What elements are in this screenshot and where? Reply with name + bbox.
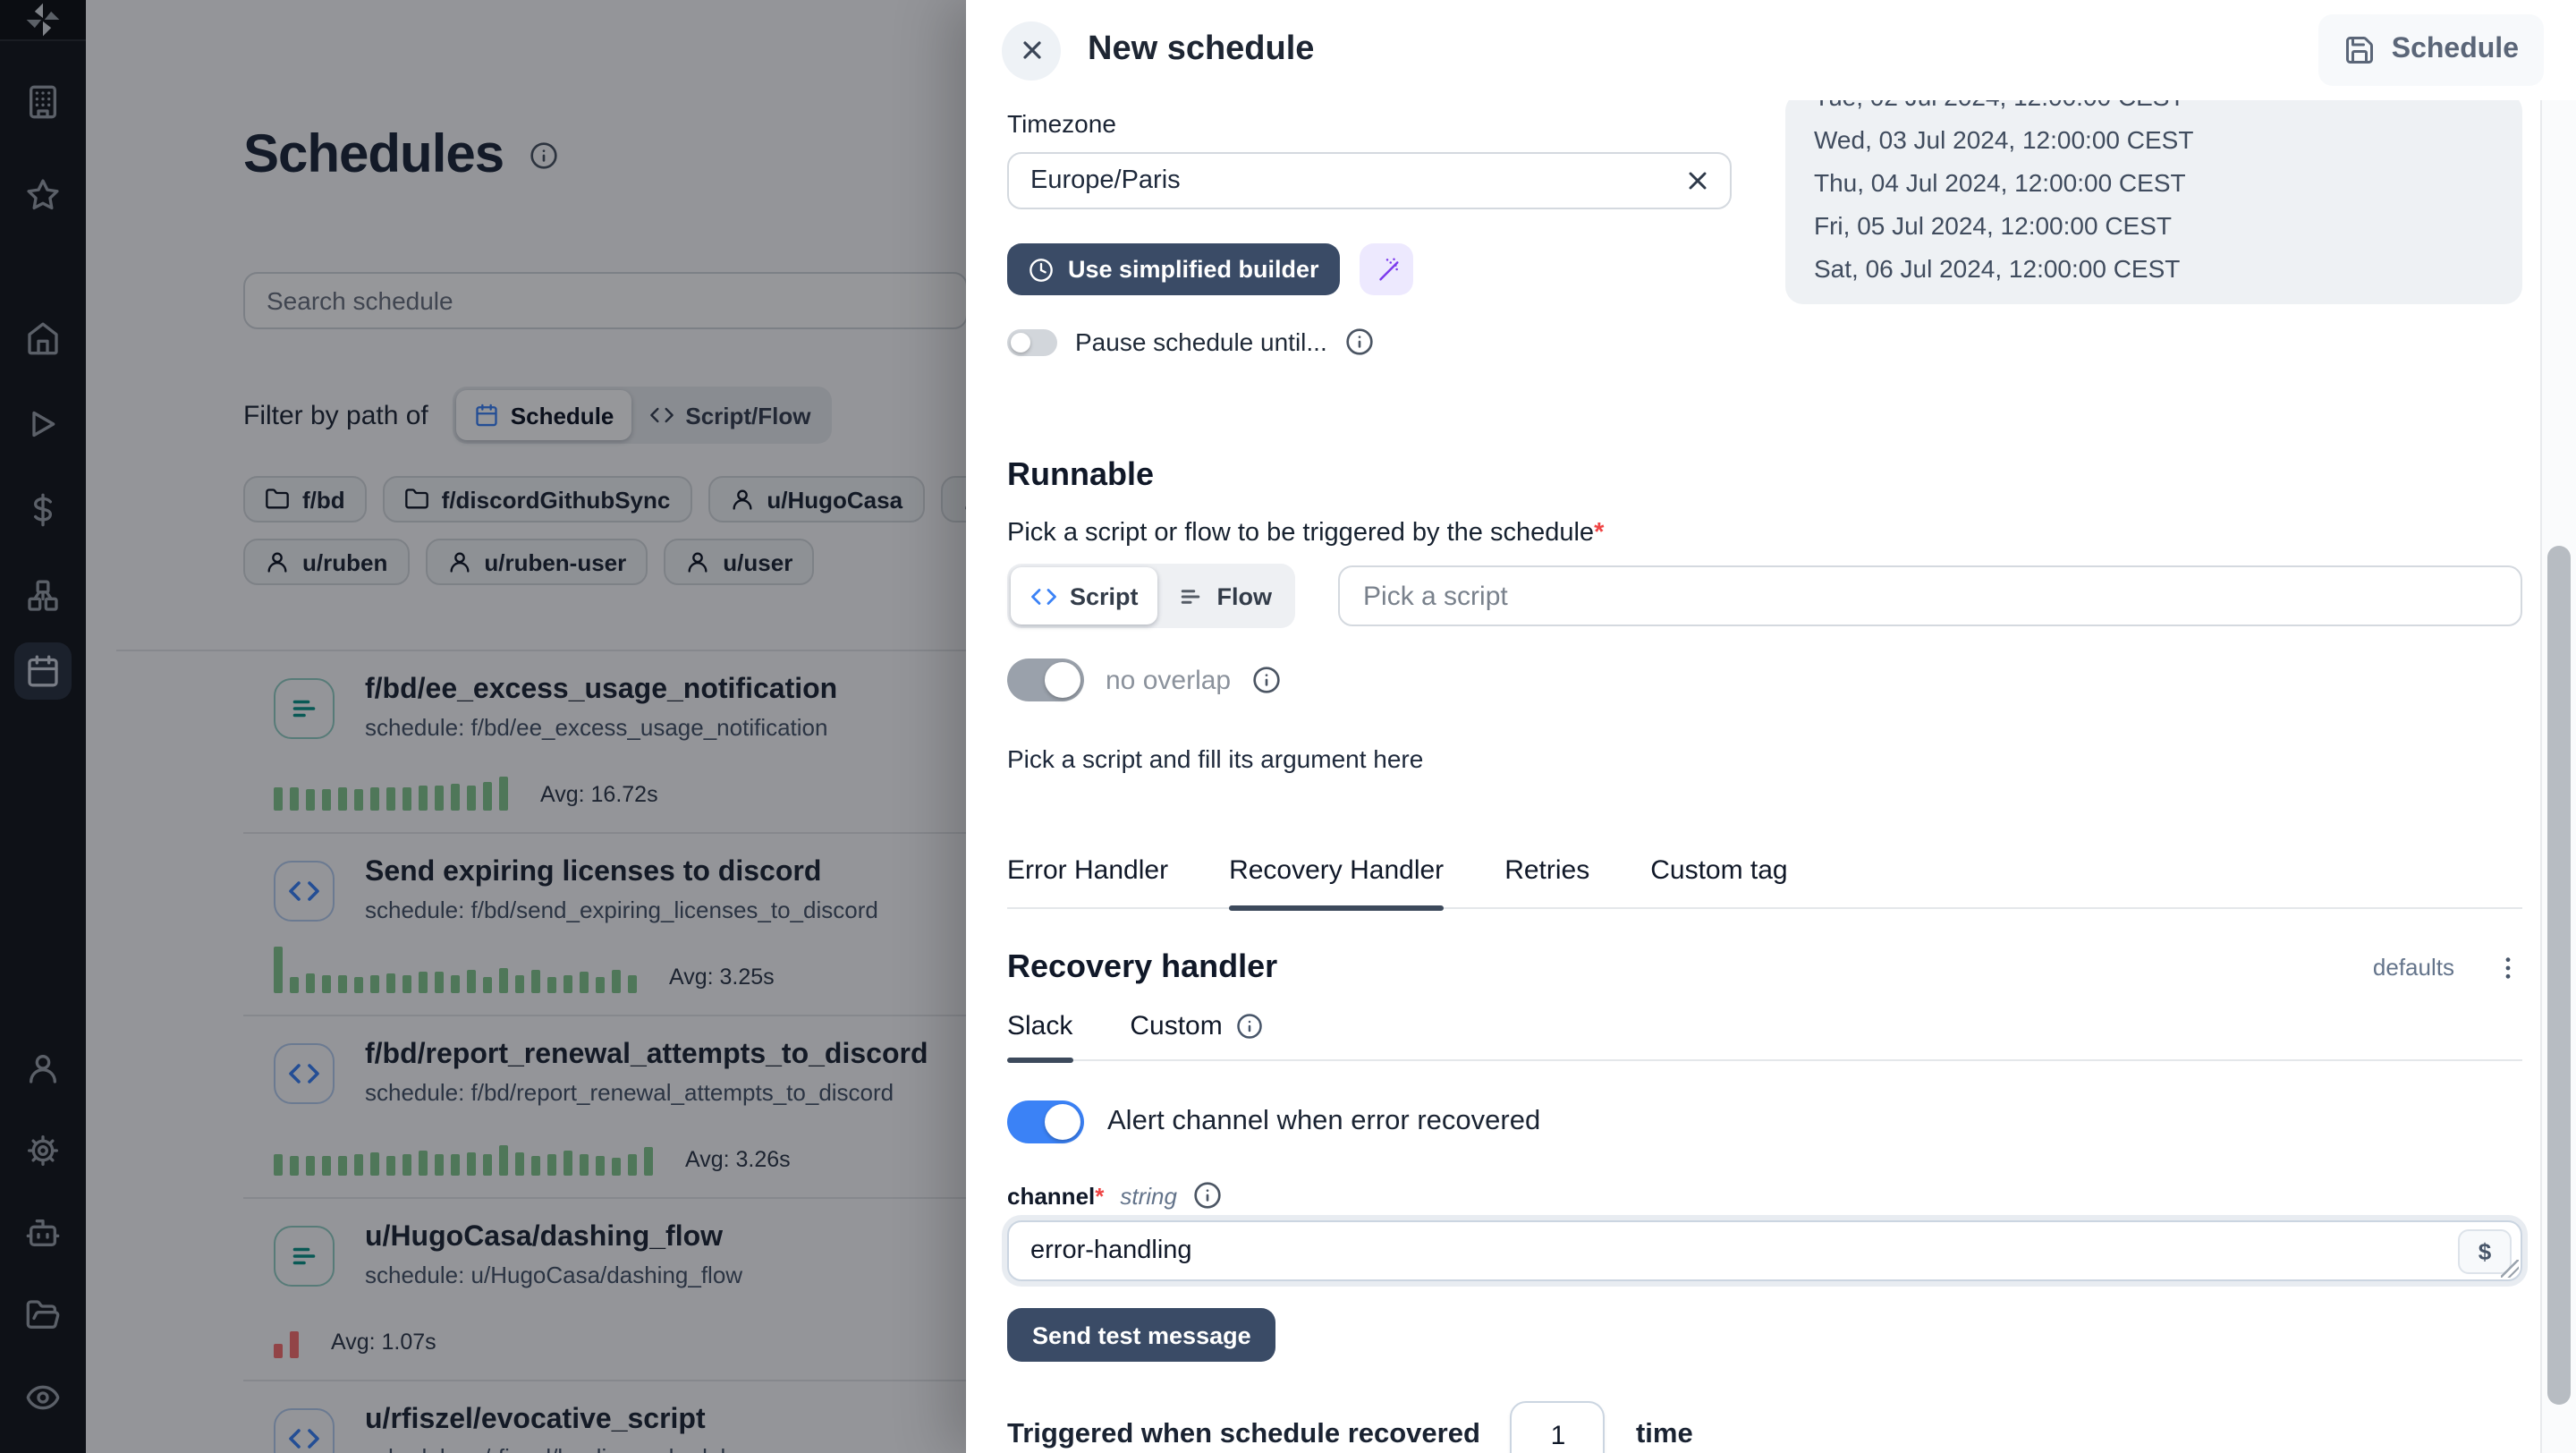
code-icon (1030, 582, 1057, 609)
ai-wand-button[interactable] (1360, 243, 1414, 295)
wand-sparkles-icon (1374, 256, 1401, 283)
preview-time: Thu, 04 Jul 2024, 12:00:00 CEST (1814, 161, 2494, 204)
close-button[interactable] (1002, 21, 1061, 80)
drawer-scrollbar[interactable] (2540, 100, 2576, 1453)
tab-recovery-handler[interactable]: Recovery Handler (1229, 855, 1444, 907)
timezone-label: Timezone (1007, 109, 1732, 138)
info-icon[interactable] (1193, 1181, 1222, 1210)
new-schedule-drawer: New schedule Schedule Timezone Europe/Pa… (966, 0, 2576, 1453)
tab-retries[interactable]: Retries (1504, 855, 1589, 907)
runnable-description: Pick a script or flow to be triggered by… (1007, 519, 2522, 548)
drawer-title: New schedule (1088, 30, 2318, 70)
alert-channel-label: Alert channel when error recovered (1107, 1106, 1540, 1138)
drawer-body: Timezone Europe/Paris Use simplified bui… (966, 100, 2576, 1453)
preview-time: Sat, 06 Jul 2024, 12:00:00 CEST (1814, 247, 2494, 290)
use-simplified-builder-button[interactable]: Use simplified builder (1007, 243, 1341, 295)
clock-icon (1029, 257, 1054, 282)
recovered-times-input[interactable]: 1 (1511, 1401, 1606, 1453)
pause-schedule-label: Pause schedule until... (1075, 327, 1327, 356)
no-overlap-toggle[interactable] (1007, 659, 1084, 701)
runnable-helper-text: Pick a script and fill its argument here (1007, 744, 2522, 773)
timezone-input[interactable]: Europe/Paris (1007, 152, 1732, 209)
script-tab[interactable]: Script (1011, 567, 1158, 625)
drawer-header: New schedule Schedule (966, 0, 2576, 100)
channel-field-label: channel* (1007, 1182, 1104, 1209)
app-root: Schedules Search schedule Filter by path… (0, 0, 2576, 1453)
channel-input[interactable]: error-handling $ (1007, 1220, 2522, 1281)
clear-timezone-icon[interactable] (1683, 166, 1712, 195)
trigger-text-after: time (1636, 1419, 1693, 1451)
recovery-subtabs: Slack Custom (1007, 1011, 2522, 1061)
trigger-text-before: Triggered when schedule recovered (1007, 1419, 1480, 1451)
info-icon (1237, 1013, 1264, 1040)
flow-lines-icon (1178, 582, 1205, 609)
schedule-preview-times: Tue, 02 Jul 2024, 12:00:00 CESTWed, 03 J… (1785, 100, 2522, 304)
send-test-message-button[interactable]: Send test message (1007, 1308, 1276, 1362)
resize-handle[interactable] (2501, 1260, 2519, 1278)
runnable-heading: Runnable (1007, 456, 2522, 494)
no-overlap-label: no overlap (1106, 665, 1231, 695)
recovery-handler-heading: Recovery handler (1007, 948, 2373, 986)
defaults-label: defaults (2373, 954, 2454, 981)
pause-schedule-toggle[interactable] (1007, 328, 1057, 355)
tab-custom-tag[interactable]: Custom tag (1650, 855, 1787, 907)
scrollbar-thumb[interactable] (2547, 546, 2571, 1405)
handler-tabs: Error Handler Recovery Handler Retries Cust… (1007, 855, 2522, 909)
info-icon[interactable] (1345, 327, 1374, 356)
close-icon (1017, 36, 1046, 64)
channel-field-type: string (1120, 1182, 1177, 1209)
alert-channel-toggle[interactable] (1007, 1100, 1084, 1143)
schedule-save-button[interactable]: Schedule (2318, 14, 2544, 86)
pick-script-input[interactable]: Pick a script (1338, 565, 2522, 626)
tab-custom[interactable]: Custom (1130, 1011, 1263, 1059)
info-icon[interactable] (1252, 666, 1281, 694)
tab-slack[interactable]: Slack (1007, 1011, 1072, 1059)
kebab-menu-icon[interactable] (2494, 953, 2522, 981)
flow-tab[interactable]: Flow (1158, 567, 1292, 625)
modal-overlay[interactable] (0, 0, 966, 1453)
preview-time: Fri, 05 Jul 2024, 12:00:00 CEST (1814, 204, 2494, 247)
tab-error-handler[interactable]: Error Handler (1007, 855, 1168, 907)
required-asterisk: * (1594, 519, 1604, 548)
preview-time: Tue, 02 Jul 2024, 12:00:00 CEST (1814, 100, 2494, 118)
save-icon (2343, 34, 2376, 66)
script-flow-toggle-group: Script Flow (1007, 564, 1295, 628)
preview-time: Wed, 03 Jul 2024, 12:00:00 CEST (1814, 118, 2494, 161)
